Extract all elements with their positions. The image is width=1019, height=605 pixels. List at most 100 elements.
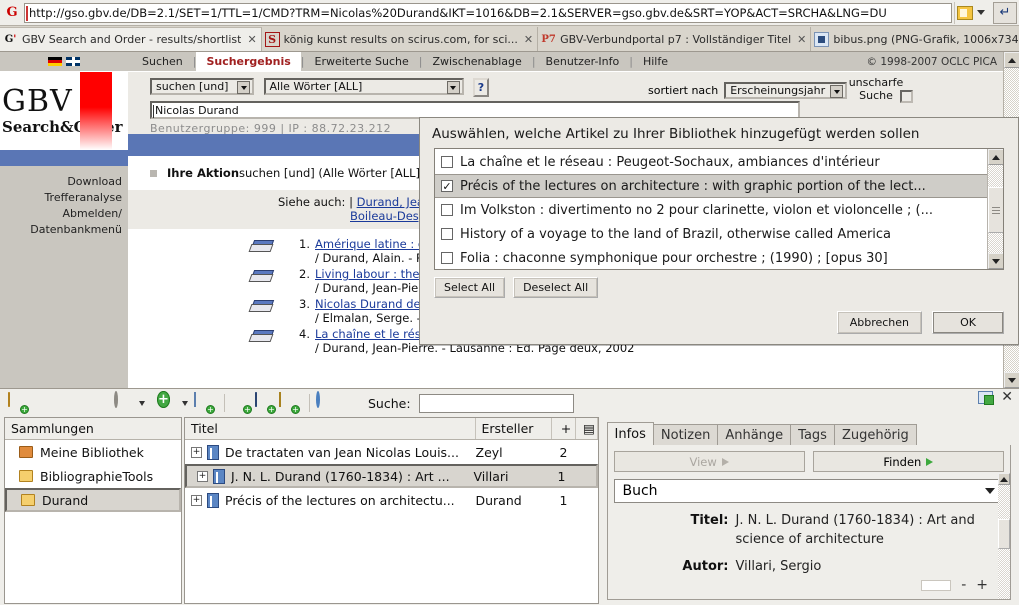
- stepper-minus-button[interactable]: -: [961, 577, 966, 593]
- url-input[interactable]: http://gso.gbv.de/DB=2.1/SET=1/TTL=1/CMD…: [24, 2, 952, 23]
- nav-item-benutzer-info[interactable]: Benutzer-Info: [536, 52, 630, 72]
- reference-type-select[interactable]: Buch: [613, 479, 1004, 503]
- flag-de-icon[interactable]: [48, 57, 62, 66]
- checkbox-icon[interactable]: [441, 156, 453, 168]
- import-icon[interactable]: +: [231, 393, 252, 414]
- field-value[interactable]: Villari, Sergio: [736, 557, 822, 576]
- new-collection-icon[interactable]: +: [8, 392, 29, 414]
- browser-tab-1[interactable]: S könig kunst results on scirus.com, for…: [261, 27, 539, 51]
- checkbox-icon[interactable]: [441, 228, 453, 240]
- language-flags[interactable]: [0, 57, 128, 66]
- chevron-down-icon[interactable]: [139, 400, 145, 406]
- sidebar-item-abmelden[interactable]: Abmelden/: [0, 206, 122, 222]
- operator-select[interactable]: suchen [und]: [150, 78, 254, 95]
- scrollbar-thumb[interactable]: [988, 187, 1003, 233]
- import-window-icon[interactable]: +: [279, 392, 300, 414]
- sort-select[interactable]: Erscheinungsjahr: [724, 82, 848, 99]
- sort-controls: sortiert nach Erscheinungsjahr: [648, 82, 848, 99]
- deselect-all-button[interactable]: Deselect All: [513, 277, 599, 298]
- table-row[interactable]: + De tractaten van Jean Nicolas Louis...…: [185, 440, 598, 464]
- sidebar-item-trefferanalyse[interactable]: Trefferanalyse: [0, 190, 122, 206]
- chevron-down-icon[interactable]: [977, 10, 985, 15]
- info-vertical-scrollbar[interactable]: [998, 473, 1010, 599]
- checkbox-icon[interactable]: [441, 252, 453, 264]
- import-image-icon[interactable]: +: [255, 392, 276, 414]
- stepper-plus-button[interactable]: +: [976, 577, 988, 593]
- scroll-up-button[interactable]: [998, 473, 1010, 485]
- collection-item-bibliographietools[interactable]: BibliographieTools: [5, 464, 181, 488]
- scrollbar-thumb[interactable]: [998, 519, 1010, 549]
- chevron-down-icon[interactable]: [446, 81, 460, 94]
- edit-styles-icon[interactable]: [90, 393, 110, 413]
- fuzzy-search-checkbox[interactable]: [900, 90, 913, 103]
- new-document-icon[interactable]: +: [194, 392, 215, 414]
- column-header-titel[interactable]: Titel: [185, 418, 476, 439]
- close-icon[interactable]: ✕: [797, 33, 806, 46]
- nav-item-zwischenablage[interactable]: Zwischenablage: [422, 52, 531, 72]
- table-row[interactable]: + Précis of the lectures on architectu..…: [185, 488, 598, 512]
- scroll-down-button[interactable]: [1004, 372, 1019, 388]
- checkbox-icon[interactable]: [441, 204, 453, 216]
- search-icon[interactable]: [316, 391, 336, 413]
- expander-icon[interactable]: +: [197, 470, 208, 482]
- tab-zugehoerig[interactable]: Zugehörig: [833, 424, 917, 445]
- nav-item-suchen[interactable]: Suchen: [132, 52, 193, 72]
- help-button[interactable]: ?: [473, 78, 489, 97]
- scroll-down-button[interactable]: [988, 253, 1003, 269]
- scroll-up-button[interactable]: [988, 149, 1003, 165]
- expander-icon[interactable]: +: [191, 446, 202, 458]
- view-button[interactable]: View: [613, 451, 805, 472]
- flag-uk-icon[interactable]: [66, 57, 80, 66]
- tab-notizen[interactable]: Notizen: [652, 424, 719, 445]
- dialog-list-item[interactable]: ✓ Précis of the lectures on architecture…: [435, 174, 987, 198]
- table-row[interactable]: + J. N. L. Durand (1760-1834) : Art ... …: [185, 464, 598, 488]
- select-all-button[interactable]: Select All: [434, 277, 506, 298]
- column-header-count[interactable]: +: [552, 418, 576, 439]
- aktion-text: suchen [und] (Alle Wörter [ALL]): [239, 166, 425, 180]
- browser-tab-0[interactable]: G ' GBV Search and Order - results/shortl…: [0, 27, 262, 51]
- settings-icon[interactable]: [114, 391, 134, 413]
- nav-item-suchergebnis[interactable]: Suchergebnis: [196, 52, 301, 72]
- tab-anhaenge[interactable]: Anhänge: [717, 424, 792, 445]
- author-index-field[interactable]: [921, 579, 952, 591]
- add-reference-icon[interactable]: +: [157, 391, 177, 413]
- tab-infos[interactable]: Infos: [606, 422, 654, 445]
- checkbox-icon[interactable]: ✓: [441, 180, 453, 192]
- expander-icon[interactable]: +: [191, 494, 202, 506]
- gbv-icon: G ': [4, 34, 17, 45]
- field-value[interactable]: J. N. L. Durand (1760-1834) : Art and sc…: [736, 511, 1005, 549]
- dialog-list-item[interactable]: History of a voyage to the land of Brazi…: [435, 222, 987, 246]
- tab-tags[interactable]: Tags: [790, 424, 835, 445]
- browser-tab-3[interactable]: bibus.png (PNG-Grafik, 1006x734 Pixel) ✕: [811, 27, 1019, 51]
- find-button[interactable]: Finden: [812, 451, 1004, 472]
- close-icon[interactable]: ✕: [1001, 390, 1013, 404]
- dialog-list-item[interactable]: Folia : chaconne symphonique pour orches…: [435, 246, 987, 269]
- cancel-button[interactable]: Abbrechen: [836, 311, 922, 334]
- bookmark-icon[interactable]: [957, 5, 973, 20]
- dialog-list-scrollbar[interactable]: [987, 149, 1003, 269]
- collection-item-durand[interactable]: Durand: [5, 488, 181, 512]
- chevron-down-icon[interactable]: [182, 400, 188, 406]
- chevron-down-icon[interactable]: [830, 85, 844, 98]
- scroll-up-button[interactable]: [1004, 52, 1019, 68]
- dialog-list-item[interactable]: Im Volkston : divertimento no 2 pour cla…: [435, 198, 987, 222]
- browser-tab-2[interactable]: P7 GBV-Verbundportal p7 : Vollständiger …: [538, 27, 812, 51]
- sidebar-item-datenbankmenue[interactable]: Datenbankmenü: [0, 222, 122, 238]
- chevron-down-icon[interactable]: [237, 81, 250, 94]
- restore-icon[interactable]: [978, 391, 995, 405]
- go-button[interactable]: ↵: [993, 1, 1017, 24]
- column-header-ersteller[interactable]: Ersteller: [476, 418, 552, 439]
- ok-button[interactable]: OK: [932, 311, 1004, 334]
- logo-red-bar-decoration: [80, 72, 112, 150]
- nav-item-erweiterte-suche[interactable]: Erweiterte Suche: [305, 52, 419, 72]
- collection-item-meine-bibliothek[interactable]: Meine Bibliothek: [5, 440, 181, 464]
- bibus-search-input[interactable]: [418, 393, 574, 413]
- chevron-down-icon[interactable]: [985, 488, 995, 494]
- close-icon[interactable]: ✕: [247, 33, 256, 46]
- column-config-icon[interactable]: ▤: [576, 418, 598, 439]
- nav-item-hilfe[interactable]: Hilfe: [633, 52, 678, 72]
- sidebar-item-download[interactable]: Download: [0, 174, 122, 190]
- index-select[interactable]: Alle Wörter [ALL]: [263, 78, 464, 95]
- dialog-list-item[interactable]: La chaîne et le réseau : Peugeot-Sochaux…: [435, 150, 987, 174]
- close-icon[interactable]: ✕: [524, 33, 533, 46]
